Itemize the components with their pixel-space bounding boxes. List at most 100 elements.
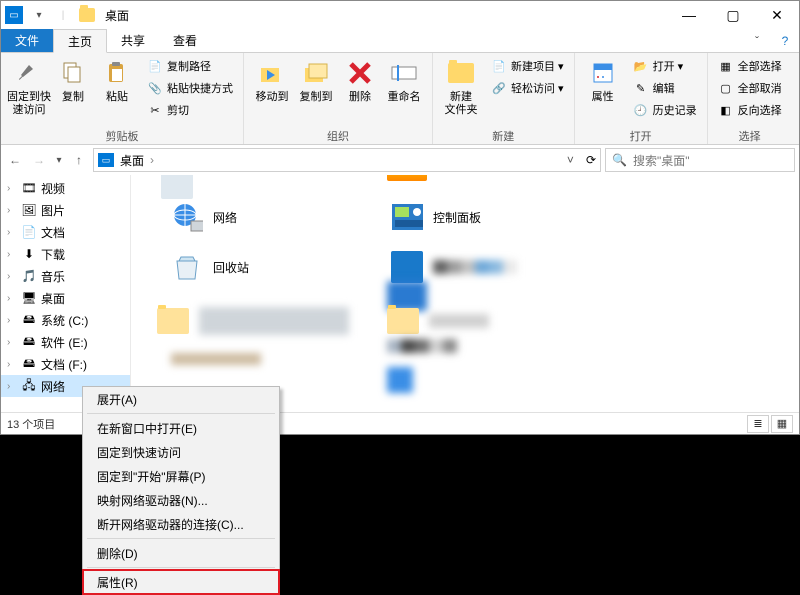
dl-icon: ⬇ bbox=[21, 246, 37, 262]
new-item-button[interactable]: 📄新建项目 ▾ bbox=[487, 55, 568, 77]
minimize-button[interactable]: — bbox=[667, 1, 711, 29]
tab-file[interactable]: 文件 bbox=[1, 29, 53, 52]
selectall-icon: ▦ bbox=[718, 58, 734, 74]
tree-item-视频[interactable]: ›🎞视频 bbox=[1, 177, 130, 199]
tree-item-下载[interactable]: ›⬇下载 bbox=[1, 243, 130, 265]
select-none-button[interactable]: ▢全部取消 bbox=[714, 77, 786, 99]
pic-icon: 🖼 bbox=[21, 202, 37, 218]
rename-button[interactable]: 重命名 bbox=[382, 55, 426, 104]
blur-item bbox=[387, 339, 457, 353]
tree-item-桌面[interactable]: ›🖥桌面 bbox=[1, 287, 130, 309]
select-all-button[interactable]: ▦全部选择 bbox=[714, 55, 786, 77]
tree-item-文档 (F:)[interactable]: ›🖴文档 (F:) bbox=[1, 353, 130, 375]
copy-to-button[interactable]: 复制到 bbox=[294, 55, 338, 104]
pin-to-quick-access-button[interactable]: 固定到快 速访问 bbox=[7, 55, 51, 117]
close-button[interactable]: ✕ bbox=[755, 1, 799, 29]
chevron-right-icon[interactable]: › bbox=[7, 227, 17, 238]
menu-item[interactable]: 映射网络驱动器(N)... bbox=[83, 488, 279, 512]
chevron-right-icon[interactable]: › bbox=[7, 337, 17, 348]
explorer-window: ▭ ▾ | 桌面 — ▢ ✕ 文件 主页 共享 查看 ˇ ? 固定到快 速访问 bbox=[0, 0, 800, 435]
tree-item-系统 (C:)[interactable]: ›🖴系统 (C:) bbox=[1, 309, 130, 331]
chevron-right-icon[interactable]: › bbox=[7, 183, 17, 194]
copy-path-button[interactable]: 📄复制路径 bbox=[143, 55, 237, 77]
tree-item-文档[interactable]: ›📄文档 bbox=[1, 221, 130, 243]
chevron-right-icon[interactable]: › bbox=[7, 271, 17, 282]
folder-icon bbox=[79, 7, 95, 23]
tree-item-label: 网络 bbox=[41, 378, 65, 395]
tab-view[interactable]: 查看 bbox=[159, 29, 211, 52]
rename-icon bbox=[388, 57, 420, 89]
chevron-right-icon[interactable]: › bbox=[7, 381, 17, 392]
help-icon[interactable]: ? bbox=[771, 29, 799, 52]
main-area: ›🎞视频›🖼图片›📄文档›⬇下载›🎵音乐›🖥桌面›🖴系统 (C:)›🖴软件 (E… bbox=[1, 175, 799, 412]
cut-button[interactable]: ✂剪切 bbox=[143, 99, 237, 121]
view-icons-button[interactable]: ▦ bbox=[771, 415, 793, 433]
properties-button[interactable]: 属性 bbox=[581, 55, 625, 104]
properties-icon bbox=[587, 57, 619, 89]
move-to-button[interactable]: 移动到 bbox=[250, 55, 294, 104]
qat-chev-icon[interactable]: ▾ bbox=[31, 7, 47, 23]
back-button[interactable]: ← bbox=[5, 149, 25, 171]
edit-button[interactable]: ✎编辑 bbox=[629, 77, 701, 99]
file-item-控制面板[interactable]: 控制面板 bbox=[391, 201, 481, 233]
group-label-new: 新建 bbox=[439, 128, 568, 144]
view-buttons: ≣ ▦ bbox=[747, 415, 793, 433]
open-icon: 📂 bbox=[633, 58, 649, 74]
tree-item-图片[interactable]: ›🖼图片 bbox=[1, 199, 130, 221]
navbar: ← → ▾ ↑ ▭ 桌面 › ˅ ⟳ 🔍 搜索"桌面" bbox=[1, 145, 799, 175]
search-input[interactable]: 🔍 搜索"桌面" bbox=[605, 148, 795, 172]
menu-item[interactable]: 删除(D) bbox=[83, 541, 279, 565]
folder-icon bbox=[157, 305, 189, 337]
address-text: 桌面 bbox=[120, 152, 144, 169]
chevron-right-icon[interactable]: › bbox=[7, 249, 17, 260]
group-label-select: 选择 bbox=[714, 128, 786, 144]
up-button[interactable]: ↑ bbox=[69, 149, 89, 171]
open-button[interactable]: 📂打开 ▾ bbox=[629, 55, 701, 77]
chevron-right-icon[interactable]: › bbox=[7, 315, 17, 326]
new-folder-button[interactable]: 新建 文件夹 bbox=[439, 55, 483, 117]
invert-selection-button[interactable]: ◧反向选择 bbox=[714, 99, 786, 121]
chevron-right-icon[interactable]: › bbox=[7, 205, 17, 216]
tree-item-软件 (E:)[interactable]: ›🖴软件 (E:) bbox=[1, 331, 130, 353]
recent-locations-button[interactable]: ▾ bbox=[53, 149, 65, 171]
address-dropdown-icon[interactable]: ˅ bbox=[567, 153, 574, 167]
tab-home[interactable]: 主页 bbox=[53, 29, 107, 53]
invert-icon: ◧ bbox=[718, 102, 734, 118]
menu-item[interactable]: 在新窗口中打开(E) bbox=[83, 416, 279, 440]
ribbon-collapse-icon[interactable]: ˇ bbox=[743, 29, 771, 52]
menu-item[interactable]: 属性(R) bbox=[83, 570, 279, 594]
app-icon: ▭ bbox=[5, 6, 23, 24]
ribbon-group-clipboard: 固定到快 速访问 复制 粘贴 📄复制路径 📎粘贴快捷方式 ✂剪切 剪贴板 bbox=[1, 53, 244, 144]
menu-item[interactable]: 断开网络驱动器的连接(C)... bbox=[83, 512, 279, 536]
file-item-网络[interactable]: 网络 bbox=[171, 201, 237, 233]
refresh-button[interactable]: ⟳ bbox=[586, 153, 596, 167]
group-label-organize: 组织 bbox=[250, 128, 426, 144]
delete-button[interactable]: 删除 bbox=[338, 55, 382, 104]
address-bar[interactable]: ▭ 桌面 › ˅ ⟳ bbox=[93, 148, 601, 172]
ribbon-group-organize: 移动到 复制到 删除 重命名 组织 bbox=[244, 53, 433, 144]
forward-button[interactable]: → bbox=[29, 149, 49, 171]
paste-shortcut-button[interactable]: 📎粘贴快捷方式 bbox=[143, 77, 237, 99]
history-button[interactable]: 🕘历史记录 bbox=[629, 99, 701, 121]
scissors-icon: ✂ bbox=[147, 102, 163, 118]
item-count: 13 个项目 bbox=[7, 416, 55, 432]
tab-share[interactable]: 共享 bbox=[107, 29, 159, 52]
easy-access-button[interactable]: 🔗轻松访问 ▾ bbox=[487, 77, 568, 99]
menu-item[interactable]: 固定到"开始"屏幕(P) bbox=[83, 464, 279, 488]
ribbon: 固定到快 速访问 复制 粘贴 📄复制路径 📎粘贴快捷方式 ✂剪切 剪贴板 bbox=[1, 53, 799, 145]
tree-item-音乐[interactable]: ›🎵音乐 bbox=[1, 265, 130, 287]
window-title: 桌面 bbox=[105, 7, 129, 24]
navigation-tree[interactable]: ›🎞视频›🖼图片›📄文档›⬇下载›🎵音乐›🖥桌面›🖴系统 (C:)›🖴软件 (E… bbox=[1, 175, 131, 412]
chevron-right-icon[interactable]: › bbox=[7, 359, 17, 370]
content-pane[interactable]: 网络回收站 控制面板 bbox=[131, 175, 799, 412]
maximize-button[interactable]: ▢ bbox=[711, 1, 755, 29]
menu-item[interactable]: 固定到快速访问 bbox=[83, 440, 279, 464]
copy-button[interactable]: 复制 bbox=[51, 55, 95, 104]
chevron-right-icon[interactable]: › bbox=[7, 293, 17, 304]
menu-item[interactable]: 展开(A) bbox=[83, 387, 279, 411]
paste-button[interactable]: 粘贴 bbox=[95, 55, 139, 104]
address-chev-icon[interactable]: › bbox=[150, 153, 154, 167]
file-item-回收站[interactable]: 回收站 bbox=[171, 251, 249, 283]
file-item-label: 回收站 bbox=[213, 259, 249, 276]
view-details-button[interactable]: ≣ bbox=[747, 415, 769, 433]
